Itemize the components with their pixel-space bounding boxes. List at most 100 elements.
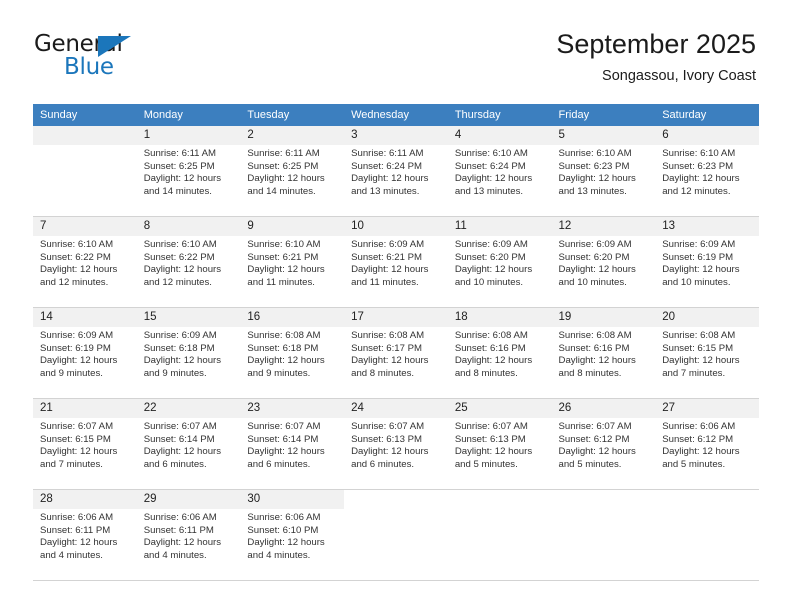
day-cell[interactable]: 21 Sunrise: 6:07 AM Sunset: 6:15 PM Dayl… (33, 398, 137, 490)
daylight-text-line1: Daylight: 12 hours (351, 446, 429, 458)
daylight-text-line2: and 14 minutes. (247, 185, 316, 197)
daylight-text-line2: and 10 minutes. (558, 276, 627, 288)
day-cell[interactable]: 22 Sunrise: 6:07 AM Sunset: 6:14 PM Dayl… (136, 398, 241, 490)
day-number: 9 (240, 217, 345, 236)
calendar-week-row: 14 Sunrise: 6:09 AM Sunset: 6:19 PM Dayl… (33, 307, 759, 399)
day-number: 14 (33, 308, 137, 327)
daylight-text-line1: Daylight: 12 hours (662, 173, 740, 185)
day-details: Sunrise: 6:06 AM Sunset: 6:11 PM Dayligh… (137, 509, 241, 562)
daylight-text-line2: and 14 minutes. (143, 185, 212, 197)
daylight-text-line1: Daylight: 12 hours (247, 355, 325, 367)
day-details: Sunrise: 6:08 AM Sunset: 6:16 PM Dayligh… (448, 327, 552, 380)
daylight-text-line2: and 12 minutes. (662, 185, 731, 197)
day-cell[interactable]: 30 Sunrise: 6:06 AM Sunset: 6:10 PM Dayl… (240, 489, 345, 581)
day-cell[interactable]: 1 Sunrise: 6:11 AM Sunset: 6:25 PM Dayli… (136, 126, 241, 217)
day-cell[interactable]: 9 Sunrise: 6:10 AM Sunset: 6:21 PM Dayli… (240, 216, 345, 308)
sunset-text: Sunset: 6:20 PM (558, 251, 630, 263)
day-cell[interactable]: 28 Sunrise: 6:06 AM Sunset: 6:11 PM Dayl… (33, 489, 137, 581)
sunset-text: Sunset: 6:11 PM (40, 524, 111, 536)
sunset-text: Sunset: 6:11 PM (143, 524, 214, 536)
daylight-text-line2: and 9 minutes. (40, 367, 103, 379)
sunrise-text: Sunrise: 6:09 AM (351, 239, 425, 250)
calendar-page: General Blue September 2025 Songassou, I… (0, 0, 792, 612)
sunrise-text: Sunrise: 6:09 AM (558, 239, 632, 250)
sunrise-text: Sunrise: 6:07 AM (247, 421, 321, 432)
sunrise-text: Sunrise: 6:08 AM (662, 330, 736, 341)
day-cell[interactable]: 20 Sunrise: 6:08 AM Sunset: 6:15 PM Dayl… (655, 307, 759, 399)
day-number: 8 (136, 217, 241, 236)
sunrise-text: Sunrise: 6:08 AM (454, 330, 528, 341)
sunset-text: Sunset: 6:12 PM (662, 433, 734, 445)
daylight-text-line1: Daylight: 12 hours (454, 264, 533, 276)
daylight-text-line2: and 9 minutes. (143, 367, 207, 379)
day-cell[interactable]: 23 Sunrise: 6:07 AM Sunset: 6:14 PM Dayl… (240, 398, 345, 490)
day-cell[interactable]: 2 Sunrise: 6:11 AM Sunset: 6:25 PM Dayli… (240, 126, 345, 217)
day-cell[interactable]: 26 Sunrise: 6:07 AM Sunset: 6:12 PM Dayl… (551, 398, 656, 490)
sunrise-text: Sunrise: 6:10 AM (143, 239, 217, 250)
day-number: 5 (551, 126, 656, 145)
day-cell[interactable]: 4 Sunrise: 6:10 AM Sunset: 6:24 PM Dayli… (447, 126, 552, 217)
day-cell[interactable]: 14 Sunrise: 6:09 AM Sunset: 6:19 PM Dayl… (33, 307, 137, 399)
brand-logo[interactable]: General Blue (34, 33, 164, 81)
day-number: 24 (344, 399, 448, 418)
daylight-text-line2: and 5 minutes. (662, 458, 726, 470)
sunrise-text: Sunrise: 6:09 AM (143, 330, 217, 341)
sunrise-text: Sunrise: 6:06 AM (662, 421, 736, 432)
day-details: Sunrise: 6:10 AM Sunset: 6:24 PM Dayligh… (448, 145, 552, 198)
day-number: 4 (447, 126, 552, 145)
day-cell[interactable] (447, 489, 552, 581)
day-cell[interactable]: 11 Sunrise: 6:09 AM Sunset: 6:20 PM Dayl… (447, 216, 552, 308)
day-cell[interactable] (344, 489, 448, 581)
sunset-text: Sunset: 6:16 PM (558, 342, 630, 354)
day-cell[interactable] (551, 489, 656, 581)
sunset-text: Sunset: 6:17 PM (351, 342, 423, 354)
day-cell[interactable]: 17 Sunrise: 6:08 AM Sunset: 6:17 PM Dayl… (344, 307, 448, 399)
day-cell[interactable]: 25 Sunrise: 6:07 AM Sunset: 6:13 PM Dayl… (447, 398, 552, 490)
weekday-header-sunday: Sunday (33, 104, 137, 126)
day-cell[interactable]: 18 Sunrise: 6:08 AM Sunset: 6:16 PM Dayl… (447, 307, 552, 399)
day-cell[interactable]: 27 Sunrise: 6:06 AM Sunset: 6:12 PM Dayl… (655, 398, 759, 490)
day-details: Sunrise: 6:07 AM Sunset: 6:13 PM Dayligh… (448, 418, 552, 471)
sunset-text: Sunset: 6:24 PM (351, 160, 423, 172)
sunset-text: Sunset: 6:12 PM (558, 433, 630, 445)
day-cell[interactable]: 24 Sunrise: 6:07 AM Sunset: 6:13 PM Dayl… (344, 398, 448, 490)
sunset-text: Sunset: 6:18 PM (247, 342, 319, 354)
daylight-text-line2: and 12 minutes. (143, 276, 212, 288)
day-cell[interactable]: 10 Sunrise: 6:09 AM Sunset: 6:21 PM Dayl… (344, 216, 448, 308)
page-title: September 2025 (556, 29, 756, 59)
day-cell[interactable]: 7 Sunrise: 6:10 AM Sunset: 6:22 PM Dayli… (33, 216, 137, 308)
day-cell[interactable]: 29 Sunrise: 6:06 AM Sunset: 6:11 PM Dayl… (136, 489, 241, 581)
sunrise-text: Sunrise: 6:09 AM (662, 239, 736, 250)
day-cell[interactable]: 3 Sunrise: 6:11 AM Sunset: 6:24 PM Dayli… (344, 126, 448, 217)
calendar-week-row: 28 Sunrise: 6:06 AM Sunset: 6:11 PM Dayl… (33, 489, 759, 581)
day-cell[interactable] (655, 489, 759, 581)
day-details: Sunrise: 6:10 AM Sunset: 6:22 PM Dayligh… (33, 236, 137, 289)
day-details: Sunrise: 6:09 AM Sunset: 6:19 PM Dayligh… (33, 327, 137, 380)
day-cell[interactable]: 6 Sunrise: 6:10 AM Sunset: 6:23 PM Dayli… (655, 126, 759, 217)
day-cell[interactable]: 12 Sunrise: 6:09 AM Sunset: 6:20 PM Dayl… (551, 216, 656, 308)
day-number: 3 (344, 126, 448, 145)
daylight-text-line2: and 4 minutes. (40, 549, 103, 561)
day-number: 17 (344, 308, 448, 327)
day-number (655, 490, 759, 509)
day-cell[interactable]: 15 Sunrise: 6:09 AM Sunset: 6:18 PM Dayl… (136, 307, 241, 399)
sunrise-text: Sunrise: 6:10 AM (454, 148, 528, 159)
daylight-text-line2: and 8 minutes. (558, 367, 622, 379)
calendar-week-row: 7 Sunrise: 6:10 AM Sunset: 6:22 PM Dayli… (33, 216, 759, 308)
day-cell[interactable]: 8 Sunrise: 6:10 AM Sunset: 6:22 PM Dayli… (136, 216, 241, 308)
day-details: Sunrise: 6:07 AM Sunset: 6:12 PM Dayligh… (552, 418, 656, 471)
daylight-text-line1: Daylight: 12 hours (454, 173, 533, 185)
day-cell[interactable]: 19 Sunrise: 6:08 AM Sunset: 6:16 PM Dayl… (551, 307, 656, 399)
sunset-text: Sunset: 6:18 PM (143, 342, 215, 354)
day-cell[interactable]: 5 Sunrise: 6:10 AM Sunset: 6:23 PM Dayli… (551, 126, 656, 217)
day-details: Sunrise: 6:09 AM Sunset: 6:18 PM Dayligh… (137, 327, 241, 380)
day-cell[interactable]: 16 Sunrise: 6:08 AM Sunset: 6:18 PM Dayl… (240, 307, 345, 399)
day-cell[interactable]: 13 Sunrise: 6:09 AM Sunset: 6:19 PM Dayl… (655, 216, 759, 308)
daylight-text-line1: Daylight: 12 hours (662, 264, 740, 276)
daylight-text-line1: Daylight: 12 hours (558, 173, 636, 185)
sunrise-text: Sunrise: 6:10 AM (247, 239, 321, 250)
day-details: Sunrise: 6:10 AM Sunset: 6:21 PM Dayligh… (240, 236, 344, 289)
daylight-text-line1: Daylight: 12 hours (40, 537, 118, 549)
daylight-text-line1: Daylight: 12 hours (454, 355, 533, 367)
day-cell[interactable] (33, 126, 137, 217)
